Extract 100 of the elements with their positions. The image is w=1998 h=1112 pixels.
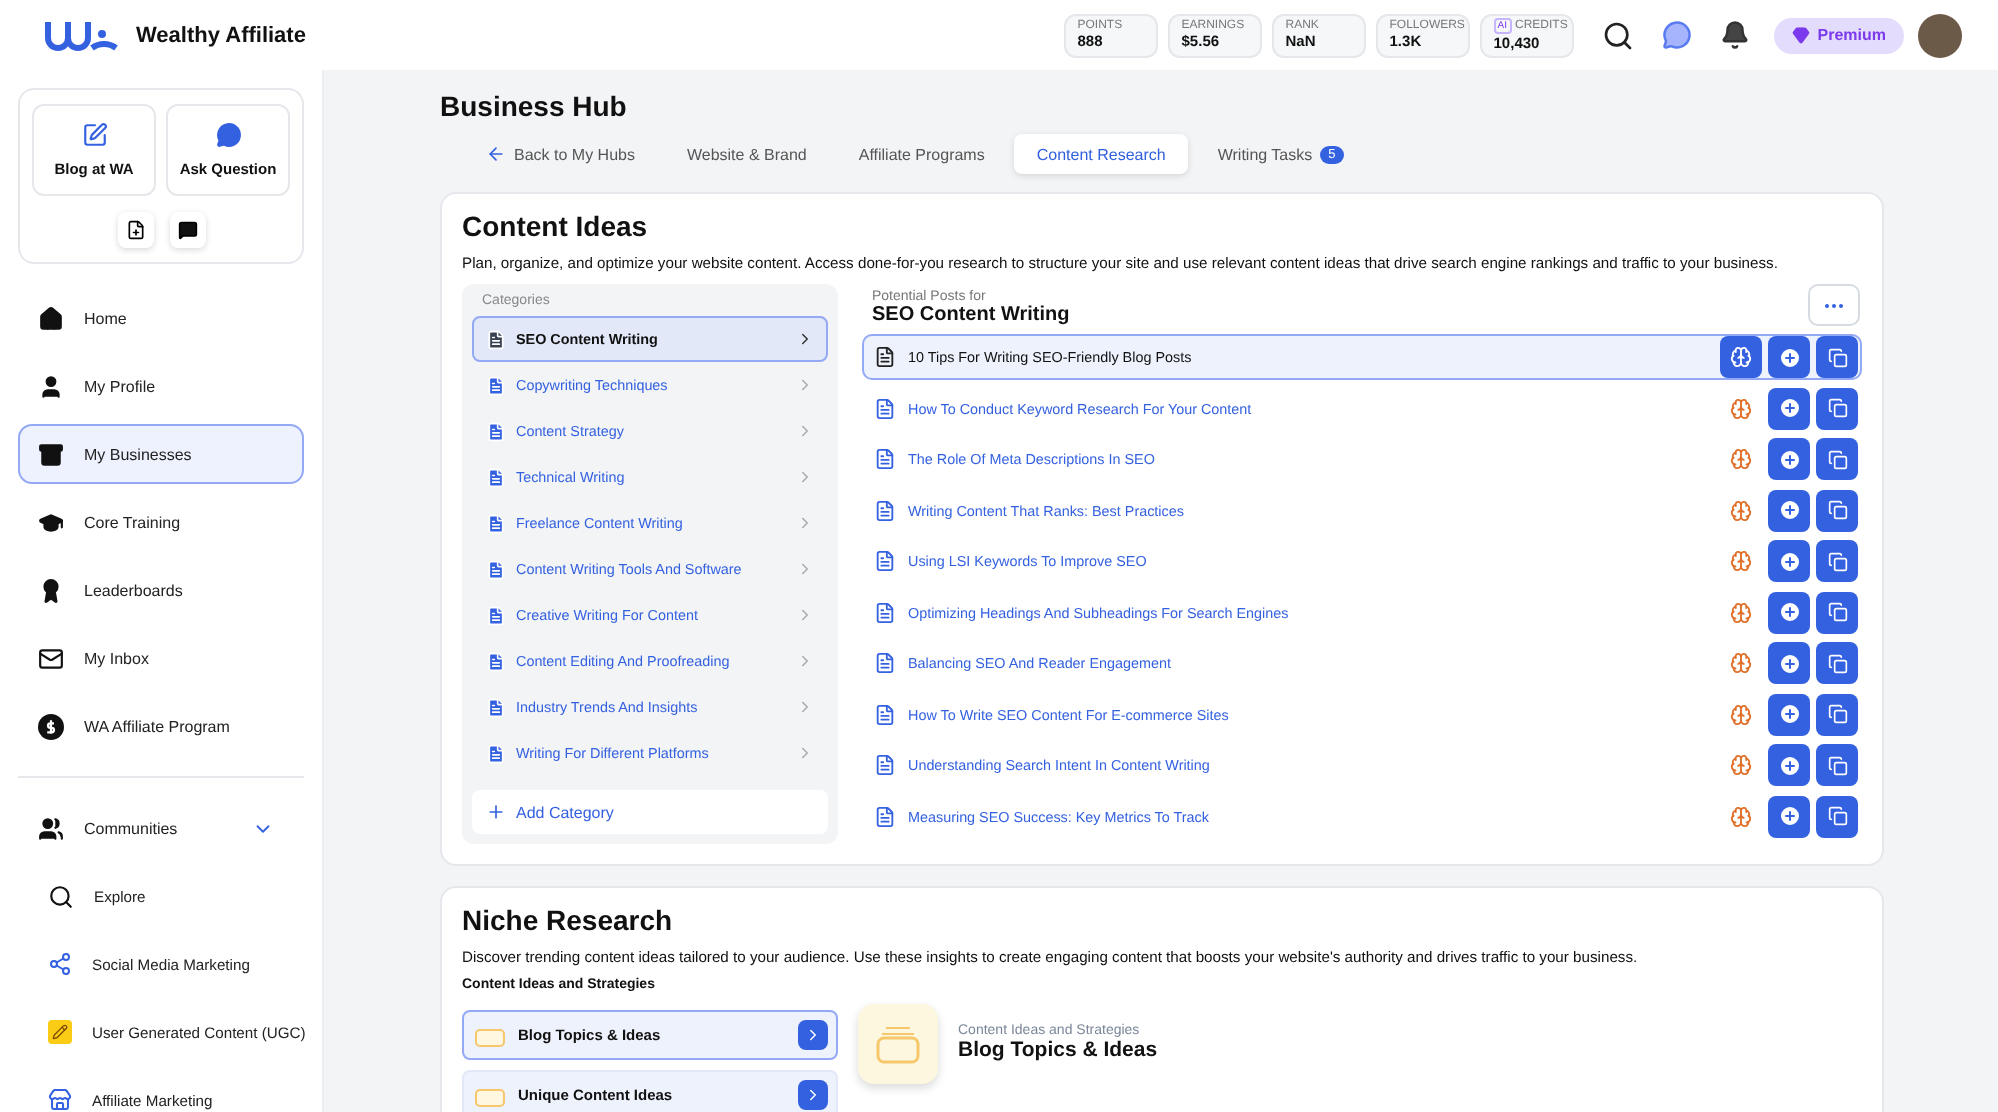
nav-item[interactable]: My Businesses bbox=[18, 424, 304, 484]
copy-button[interactable] bbox=[1816, 591, 1858, 633]
copy-button[interactable] bbox=[1816, 489, 1858, 531]
bell-icon[interactable] bbox=[1719, 20, 1750, 50]
plus-circle-icon bbox=[1777, 447, 1801, 471]
copy-button[interactable] bbox=[1816, 438, 1858, 480]
new-file-button[interactable] bbox=[117, 212, 153, 248]
chevron-right-icon bbox=[796, 698, 814, 716]
document-icon bbox=[486, 329, 506, 349]
home-icon bbox=[38, 305, 64, 331]
share-icon bbox=[48, 952, 72, 976]
plus-circle-icon bbox=[1777, 549, 1801, 573]
document-icon bbox=[486, 697, 506, 717]
document-icon bbox=[486, 651, 506, 671]
add-button[interactable] bbox=[1768, 744, 1810, 786]
document-icon bbox=[874, 346, 896, 368]
plus-icon bbox=[486, 802, 506, 822]
add-button[interactable] bbox=[1768, 540, 1810, 582]
copy-icon bbox=[1827, 806, 1847, 826]
document-icon bbox=[874, 448, 896, 470]
brain-icon bbox=[1730, 601, 1752, 623]
plus-circle-icon bbox=[1777, 396, 1801, 420]
copy-button[interactable] bbox=[1816, 387, 1858, 429]
nav-item[interactable]: Leaderboards bbox=[18, 560, 304, 620]
copy-button[interactable] bbox=[1816, 693, 1858, 735]
back-link[interactable]: Back to My Hubs bbox=[464, 134, 657, 174]
brand-name: Wealthy Affiliate bbox=[136, 23, 306, 47]
brain-icon bbox=[1730, 550, 1752, 572]
logo-icon bbox=[44, 18, 120, 52]
add-button[interactable] bbox=[1768, 387, 1810, 429]
copy-button[interactable] bbox=[1816, 744, 1858, 786]
store-icon bbox=[48, 1088, 72, 1112]
chevron-right-icon bbox=[796, 652, 814, 670]
chevron-right-icon bbox=[796, 376, 814, 394]
copy-button[interactable] bbox=[1816, 795, 1858, 837]
avatar[interactable] bbox=[1918, 13, 1962, 57]
graduation-cap-icon bbox=[38, 509, 64, 535]
document-icon bbox=[874, 754, 896, 776]
tab[interactable]: Affiliate Programs bbox=[836, 134, 1007, 174]
tab[interactable]: Content Research bbox=[1014, 134, 1188, 174]
add-button[interactable] bbox=[1768, 438, 1810, 480]
brain-icon bbox=[1730, 703, 1752, 725]
award-icon bbox=[38, 577, 64, 603]
brain-icon bbox=[1730, 499, 1752, 521]
nav-item[interactable]: My Inbox bbox=[18, 628, 304, 688]
add-button[interactable] bbox=[1768, 591, 1810, 633]
chat-icon[interactable] bbox=[1661, 20, 1692, 50]
document-icon bbox=[486, 559, 506, 579]
document-icon bbox=[486, 421, 506, 441]
users-icon bbox=[38, 815, 64, 841]
section-title: Niche Research bbox=[462, 904, 675, 936]
document-icon bbox=[874, 652, 896, 674]
chevron-right-icon bbox=[796, 744, 814, 762]
plus-circle-icon bbox=[1777, 600, 1801, 624]
question-bubble-icon bbox=[215, 122, 241, 148]
arrow-left-icon bbox=[486, 144, 506, 164]
chevron-right-icon bbox=[796, 330, 814, 348]
copy-button[interactable] bbox=[1816, 642, 1858, 684]
plus-circle-icon bbox=[1777, 753, 1801, 777]
document-icon bbox=[874, 601, 896, 623]
plus-circle-icon bbox=[1777, 498, 1801, 522]
add-category-button[interactable]: Add Category bbox=[472, 790, 828, 834]
copy-button[interactable] bbox=[1816, 540, 1858, 582]
document-icon bbox=[874, 703, 896, 725]
chevron-right-icon bbox=[796, 514, 814, 532]
add-button[interactable] bbox=[1768, 642, 1810, 684]
edit-icon bbox=[81, 122, 107, 148]
plus-circle-icon bbox=[1777, 345, 1801, 369]
nav-item[interactable]: Home bbox=[18, 288, 304, 348]
dollar-icon bbox=[38, 713, 64, 739]
add-button[interactable] bbox=[1768, 693, 1810, 735]
document-icon bbox=[486, 375, 506, 395]
chevron-right-icon bbox=[796, 560, 814, 578]
message-button[interactable] bbox=[169, 212, 205, 248]
add-button[interactable] bbox=[1768, 489, 1810, 531]
folder-icon bbox=[474, 1023, 506, 1047]
posts-heading: SEO Content Writing bbox=[872, 304, 1070, 326]
ai-write-button[interactable] bbox=[1720, 336, 1762, 378]
document-icon bbox=[874, 805, 896, 827]
document-icon bbox=[486, 605, 506, 625]
nav-item[interactable]: My Profile bbox=[18, 356, 304, 416]
tab[interactable]: Website & Brand bbox=[664, 134, 829, 174]
file-plus-icon bbox=[125, 220, 145, 240]
copy-button[interactable] bbox=[1816, 336, 1858, 378]
communities-item[interactable]: Communities bbox=[18, 798, 304, 858]
archive-icon bbox=[38, 441, 64, 467]
brain-icon bbox=[1730, 754, 1752, 776]
message-icon bbox=[177, 220, 197, 240]
premium-button[interactable]: Premium bbox=[1773, 17, 1904, 53]
chevron-right-icon bbox=[798, 1080, 828, 1110]
page-title: Business Hub bbox=[440, 90, 629, 122]
nav-item[interactable]: WA Affiliate Program bbox=[18, 696, 304, 756]
copy-icon bbox=[1827, 704, 1847, 724]
search-icon[interactable] bbox=[1601, 19, 1634, 51]
add-button[interactable] bbox=[1768, 336, 1810, 378]
copy-icon bbox=[1827, 653, 1847, 673]
add-button[interactable] bbox=[1768, 795, 1810, 837]
document-icon bbox=[486, 513, 506, 533]
brain-icon bbox=[1730, 805, 1752, 827]
nav-item[interactable]: Core Training bbox=[18, 492, 304, 552]
